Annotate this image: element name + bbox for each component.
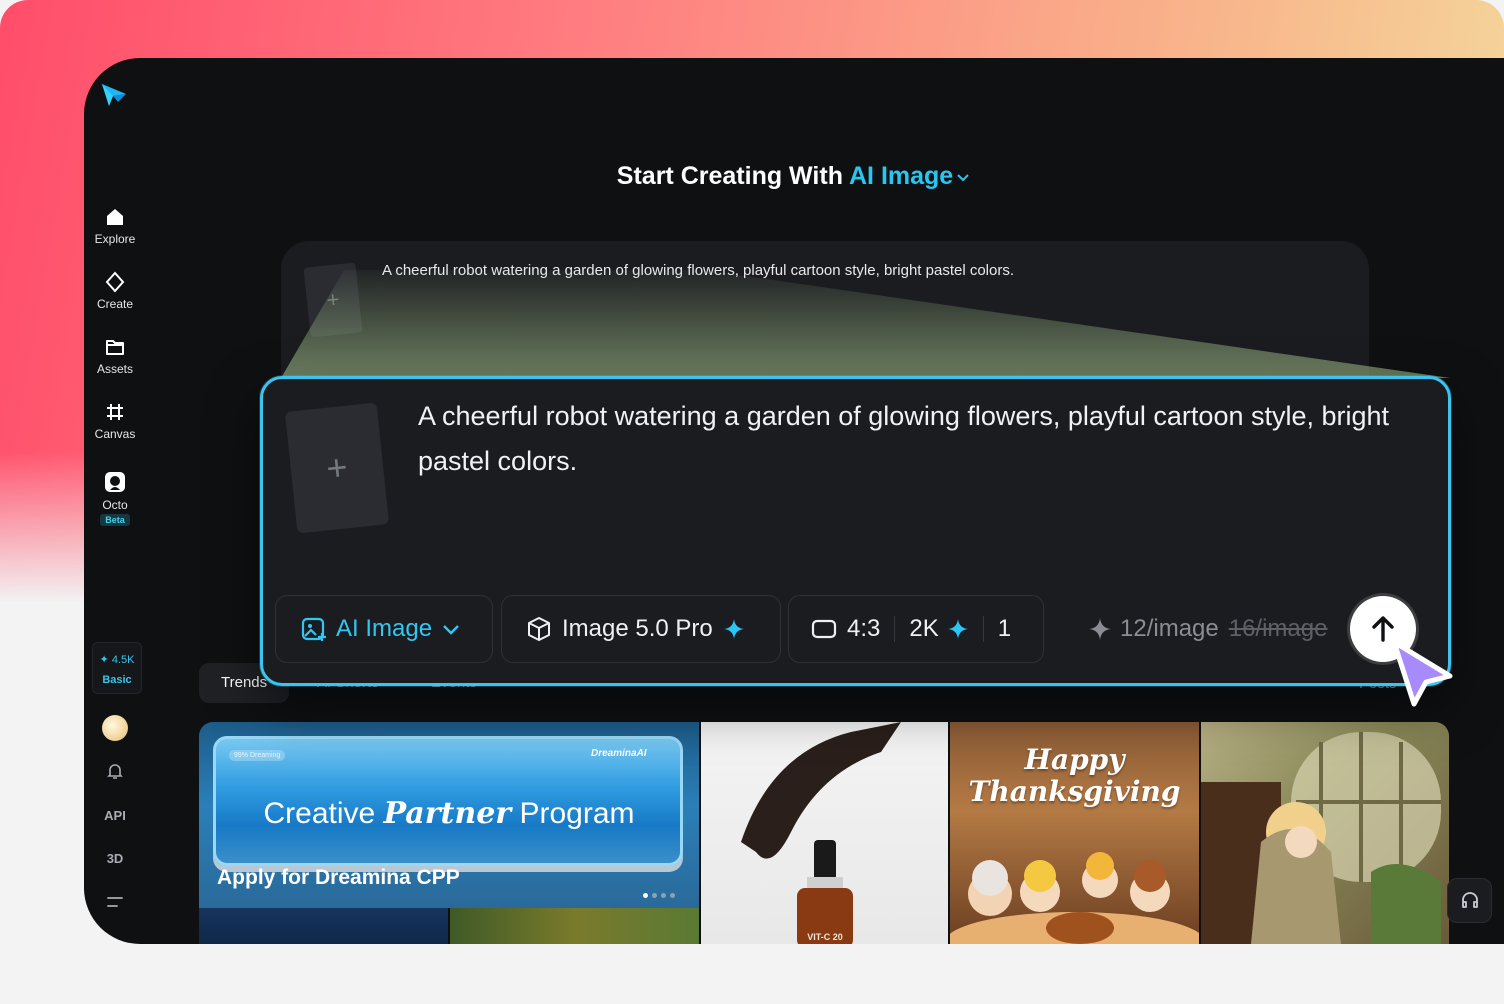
sidebar-item-label: Octo bbox=[102, 498, 128, 512]
folder-icon bbox=[106, 340, 124, 355]
title-prefix: Start Creating With bbox=[616, 162, 843, 190]
add-reference-thumb[interactable]: + bbox=[303, 262, 363, 338]
ratio-label: 4:3 bbox=[847, 615, 881, 642]
count-label: 1 bbox=[997, 615, 1012, 642]
sparkle-icon bbox=[1089, 618, 1111, 640]
bell-icon[interactable] bbox=[105, 761, 125, 781]
prompt-text-small[interactable]: A cheerful robot watering a garden of gl… bbox=[382, 262, 1014, 279]
dreamina-logo[interactable] bbox=[100, 80, 128, 108]
prompt-input[interactable]: A cheerful robot watering a garden of gl… bbox=[418, 394, 1428, 484]
frame-grid-icon bbox=[107, 404, 123, 420]
family-illustration bbox=[950, 852, 1199, 944]
painting-illustration bbox=[1201, 732, 1441, 944]
banner-caption: Apply for Dreamina CPP bbox=[217, 866, 460, 889]
aspect-ratio-icon bbox=[811, 619, 837, 639]
old-cost-label: 16/image bbox=[1228, 615, 1328, 642]
banner-headline: Creative Partner Program bbox=[263, 796, 635, 831]
headset-icon bbox=[1461, 891, 1478, 908]
api-link[interactable]: API bbox=[84, 808, 146, 823]
plan-tier: Basic bbox=[102, 674, 132, 686]
prompt-card-zoomed: + A cheerful robot watering a garden of … bbox=[260, 376, 1451, 686]
image-generate-icon bbox=[301, 617, 326, 641]
carousel-dots[interactable] bbox=[643, 885, 679, 903]
banner-brand: DreaminaAI bbox=[591, 748, 647, 759]
gallery-item-serum[interactable]: VIT-C 20 bbox=[701, 722, 948, 944]
sidebar-item-octo[interactable]: Octo Beta bbox=[84, 470, 146, 526]
model-label: Image 5.0 Pro bbox=[562, 615, 713, 642]
chevron-down-icon bbox=[957, 174, 969, 182]
sparkle-icon bbox=[723, 619, 744, 639]
gallery-grid: 99% Dreaming DreaminaAI Creative Partner… bbox=[199, 722, 1449, 944]
sidebar-item-label: Assets bbox=[96, 362, 133, 376]
cpp-banner[interactable]: 99% Dreaming DreaminaAI Creative Partner… bbox=[199, 722, 699, 908]
sidebar-item-canvas[interactable]: Canvas bbox=[84, 401, 146, 441]
model-selector[interactable]: Image 5.0 Pro bbox=[501, 595, 781, 663]
gallery-thumb[interactable] bbox=[199, 908, 448, 944]
divider bbox=[894, 616, 896, 642]
sparkle-icon bbox=[947, 619, 968, 639]
sidebar-item-create[interactable]: Create bbox=[84, 271, 146, 311]
plus-icon: + bbox=[325, 286, 341, 313]
page-title: Start Creating With AI Image bbox=[84, 162, 1504, 191]
resolution-label: 2K bbox=[909, 615, 939, 642]
cursor-pointer-icon bbox=[1391, 639, 1453, 707]
sidebar-item-assets[interactable]: Assets bbox=[84, 336, 146, 376]
add-reference-button[interactable]: + bbox=[284, 402, 390, 534]
sidebar-item-label: Create bbox=[96, 297, 134, 311]
divider bbox=[982, 616, 984, 642]
sidebar-item-label: Explore bbox=[94, 232, 136, 246]
app-window: Explore Create Assets Canvas Octo Beta ✦… bbox=[84, 58, 1504, 944]
cost-label: 12/image bbox=[1120, 615, 1219, 642]
gallery-item-painting[interactable] bbox=[1201, 722, 1449, 944]
credits-card[interactable]: ✦ 4.5K Basic bbox=[92, 642, 142, 694]
menu-icon[interactable] bbox=[106, 894, 124, 910]
output-settings[interactable]: 4:3 2K 1 bbox=[788, 595, 1044, 663]
credits-amount: 4.5K bbox=[111, 654, 135, 666]
banner-tag: 99% Dreaming bbox=[229, 750, 286, 761]
mode-dropdown[interactable]: AI Image bbox=[275, 595, 493, 663]
chevron-down-icon bbox=[443, 625, 459, 635]
avatar[interactable] bbox=[102, 715, 128, 741]
serum-illustration: VIT-C 20 bbox=[741, 722, 901, 944]
octo-icon bbox=[105, 472, 125, 492]
thanks-title: Happy Thanksgiving bbox=[968, 743, 1181, 808]
plus-icon: + bbox=[324, 446, 350, 489]
mode-label: AI Image bbox=[849, 162, 954, 190]
sidebar-item-explore[interactable]: Explore bbox=[84, 206, 146, 246]
support-button[interactable] bbox=[1447, 878, 1492, 923]
mode-dropdown-label: AI Image bbox=[336, 615, 433, 642]
cube-icon bbox=[528, 617, 550, 641]
gallery-thumb[interactable] bbox=[450, 908, 699, 944]
home-icon bbox=[107, 209, 123, 225]
gallery-item-thanksgiving[interactable]: Happy Thanksgiving bbox=[950, 722, 1199, 944]
sidebar-item-label: Canvas bbox=[94, 427, 136, 441]
serum-label: VIT-C 20 bbox=[807, 932, 843, 942]
threed-link[interactable]: 3D bbox=[84, 851, 146, 866]
mode-selector[interactable]: AI Image bbox=[849, 162, 971, 190]
sparkle-icon: ✦ bbox=[99, 654, 109, 666]
sparkle-diamond-icon bbox=[105, 271, 125, 293]
beta-badge: Beta bbox=[100, 514, 130, 526]
